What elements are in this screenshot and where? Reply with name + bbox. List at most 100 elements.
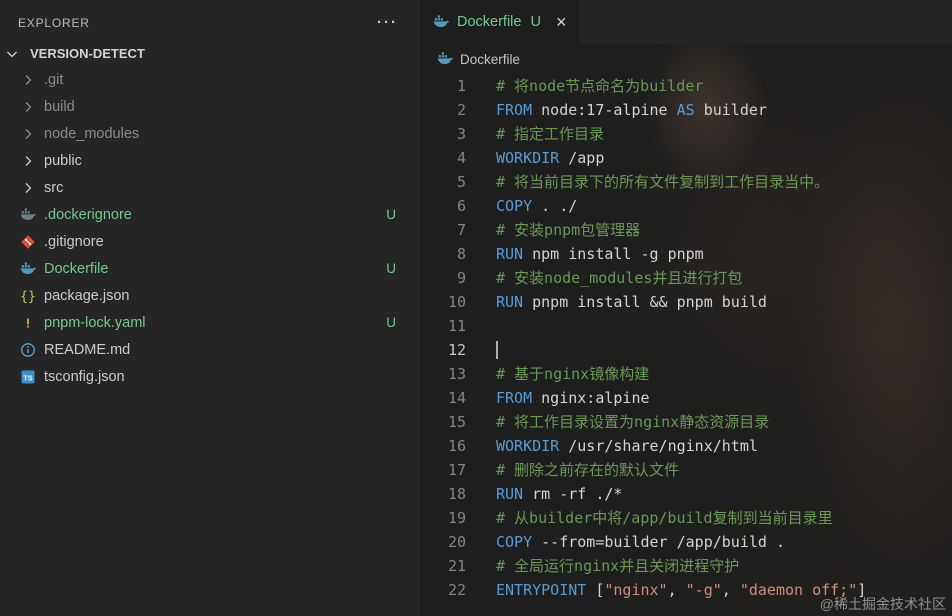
code-line[interactable]: 18 RUN rm -rf ./* xyxy=(420,482,952,506)
code-line[interactable]: 9 # 安装node_modules并且进行打包 xyxy=(420,266,952,290)
code-line-content: # 全局运行nginx并且关闭进程守护 xyxy=(496,557,740,575)
code-line[interactable]: 21 # 全局运行nginx并且关闭进程守护 xyxy=(420,554,952,578)
text-cursor xyxy=(496,340,498,359)
line-number: 22 xyxy=(447,581,466,599)
code-line-content: WORKDIR /app xyxy=(496,149,605,167)
code-line[interactable]: 8 RUN npm install -g pnpm xyxy=(420,242,952,266)
item-label: public xyxy=(44,152,82,169)
code-line[interactable]: 6 COPY . ./ xyxy=(420,194,952,218)
chevron-right-icon xyxy=(20,126,36,142)
line-number: 9 xyxy=(456,269,466,287)
chevron-right-icon xyxy=(20,180,36,196)
code-line-content: # 将当前目录下的所有文件复制到工作目录当中。 xyxy=(496,173,830,191)
code-line-content: FROM node:17-alpine AS builder xyxy=(496,101,767,119)
git-icon xyxy=(20,234,36,250)
code-line-content: # 将工作目录设置为nginx静态资源目录 xyxy=(496,413,770,431)
docker-icon xyxy=(20,207,36,223)
json-braces-icon: {} xyxy=(20,288,36,304)
sidebar-item-.dockerignore[interactable]: .dockerignore U xyxy=(0,201,420,228)
chevron-down-icon xyxy=(4,46,20,62)
tab-dockerfile[interactable]: Dockerfile U × xyxy=(420,0,580,44)
code-line[interactable]: 4 WORKDIR /app xyxy=(420,146,952,170)
code-line[interactable]: 16 WORKDIR /usr/share/nginx/html xyxy=(420,434,952,458)
code-line[interactable]: 19 # 从builder中将/app/build复制到当前目录里 xyxy=(420,506,952,530)
code-line[interactable]: 3 # 指定工作目录 xyxy=(420,122,952,146)
line-number: 5 xyxy=(456,173,466,191)
close-icon[interactable]: × xyxy=(556,13,567,31)
docker-icon xyxy=(20,261,36,277)
sidebar-item-.git[interactable]: .git xyxy=(0,66,420,93)
line-number: 10 xyxy=(447,293,466,311)
line-number: 20 xyxy=(447,533,466,551)
breadcrumb[interactable]: Dockerfile xyxy=(420,44,952,74)
code-line-content: # 将node节点命名为builder xyxy=(496,77,704,95)
breadcrumb-item: Dockerfile xyxy=(460,51,521,67)
sidebar-item-pnpm-lock.yaml[interactable]: ! pnpm-lock.yaml U xyxy=(0,309,420,336)
code-editor[interactable]: 1 # 将node节点命名为builder 2 FROM node:17-alpine… xyxy=(420,74,952,602)
sidebar-item-tsconfig.json[interactable]: TS tsconfig.json xyxy=(0,363,420,390)
code-line[interactable]: 15 # 将工作目录设置为nginx静态资源目录 xyxy=(420,410,952,434)
watermark: @稀土掘金技术社区 xyxy=(819,596,946,612)
code-line[interactable]: 13 # 基于nginx镜像构建 xyxy=(420,362,952,386)
code-line-content: RUN pnpm install && pnpm build xyxy=(496,293,767,311)
item-label: Dockerfile xyxy=(44,260,109,277)
code-line[interactable]: 14 FROM nginx:alpine xyxy=(420,386,952,410)
line-number: 7 xyxy=(456,221,466,239)
ts-icon: TS xyxy=(20,369,36,385)
line-number: 14 xyxy=(447,389,466,407)
code-line-content: # 从builder中将/app/build复制到当前目录里 xyxy=(496,509,833,527)
code-line[interactable]: 2 FROM node:17-alpine AS builder xyxy=(420,98,952,122)
line-number: 18 xyxy=(447,485,466,503)
git-status-badge: U xyxy=(386,207,396,222)
code-line[interactable]: 11 xyxy=(420,314,952,338)
svg-text:!: ! xyxy=(24,316,31,330)
item-label: .git xyxy=(44,71,64,88)
sidebar-item-Dockerfile[interactable]: Dockerfile U xyxy=(0,255,420,282)
more-actions-icon[interactable]: ··· xyxy=(377,14,398,31)
line-number: 2 xyxy=(456,101,466,119)
sidebar-item-node_modules[interactable]: node_modules xyxy=(0,120,420,147)
item-label: pnpm-lock.yaml xyxy=(44,314,146,331)
sidebar-item-build[interactable]: build xyxy=(0,93,420,120)
item-label: .dockerignore xyxy=(44,206,132,223)
sidebar-item-package.json[interactable]: {} package.json xyxy=(0,282,420,309)
code-line[interactable]: 5 # 将当前目录下的所有文件复制到工作目录当中。 xyxy=(420,170,952,194)
item-label: package.json xyxy=(44,287,130,304)
line-number: 12 xyxy=(447,341,466,359)
editor-group: Dockerfile U × Dockerfile 1 # 将node节点命名为b… xyxy=(420,0,952,616)
sidebar-item-.gitignore[interactable]: .gitignore xyxy=(0,228,420,255)
code-line-content: ENTRYPOINT ["nginx", "-g", "daemon off;"… xyxy=(496,581,867,599)
code-line[interactable]: 1 # 将node节点命名为builder xyxy=(420,74,952,98)
code-line-content xyxy=(496,338,498,362)
line-number: 15 xyxy=(447,413,466,431)
item-label: .gitignore xyxy=(44,233,104,250)
line-number: 4 xyxy=(456,149,466,167)
item-label: build xyxy=(44,98,75,115)
line-number: 17 xyxy=(447,461,466,479)
pnpm-icon: ! xyxy=(20,315,36,331)
chevron-right-icon xyxy=(20,153,36,169)
sidebar-item-src[interactable]: src xyxy=(0,174,420,201)
line-number: 16 xyxy=(447,437,466,455)
sidebar-item-README.md[interactable]: README.md xyxy=(0,336,420,363)
code-line[interactable]: 17 # 删除之前存在的默认文件 xyxy=(420,458,952,482)
code-line-content: # 删除之前存在的默认文件 xyxy=(496,461,680,479)
code-line[interactable]: 12 xyxy=(420,338,952,362)
code-line-content: RUN rm -rf ./* xyxy=(496,485,623,503)
sidebar-section-version-detect[interactable]: VERSION-DETECT xyxy=(0,41,420,66)
code-line-content: # 指定工作目录 xyxy=(496,125,605,143)
code-line[interactable]: 7 # 安装pnpm包管理器 xyxy=(420,218,952,242)
item-label: node_modules xyxy=(44,125,140,142)
section-title: VERSION-DETECT xyxy=(30,46,145,61)
sidebar-item-public[interactable]: public xyxy=(0,147,420,174)
svg-text:{}: {} xyxy=(20,289,36,304)
line-number: 6 xyxy=(456,197,466,215)
git-status-badge: U xyxy=(386,261,396,276)
code-line[interactable]: 20 COPY --from=builder /app/build . xyxy=(420,530,952,554)
code-line[interactable]: 10 RUN pnpm install && pnpm build xyxy=(420,290,952,314)
svg-text:TS: TS xyxy=(23,373,33,382)
code-line-content: # 安装pnpm包管理器 xyxy=(496,221,641,239)
explorer-header: EXPLORER ··· xyxy=(0,0,420,41)
code-line-content: COPY --from=builder /app/build . xyxy=(496,533,785,551)
code-line-content: COPY . ./ xyxy=(496,197,578,215)
